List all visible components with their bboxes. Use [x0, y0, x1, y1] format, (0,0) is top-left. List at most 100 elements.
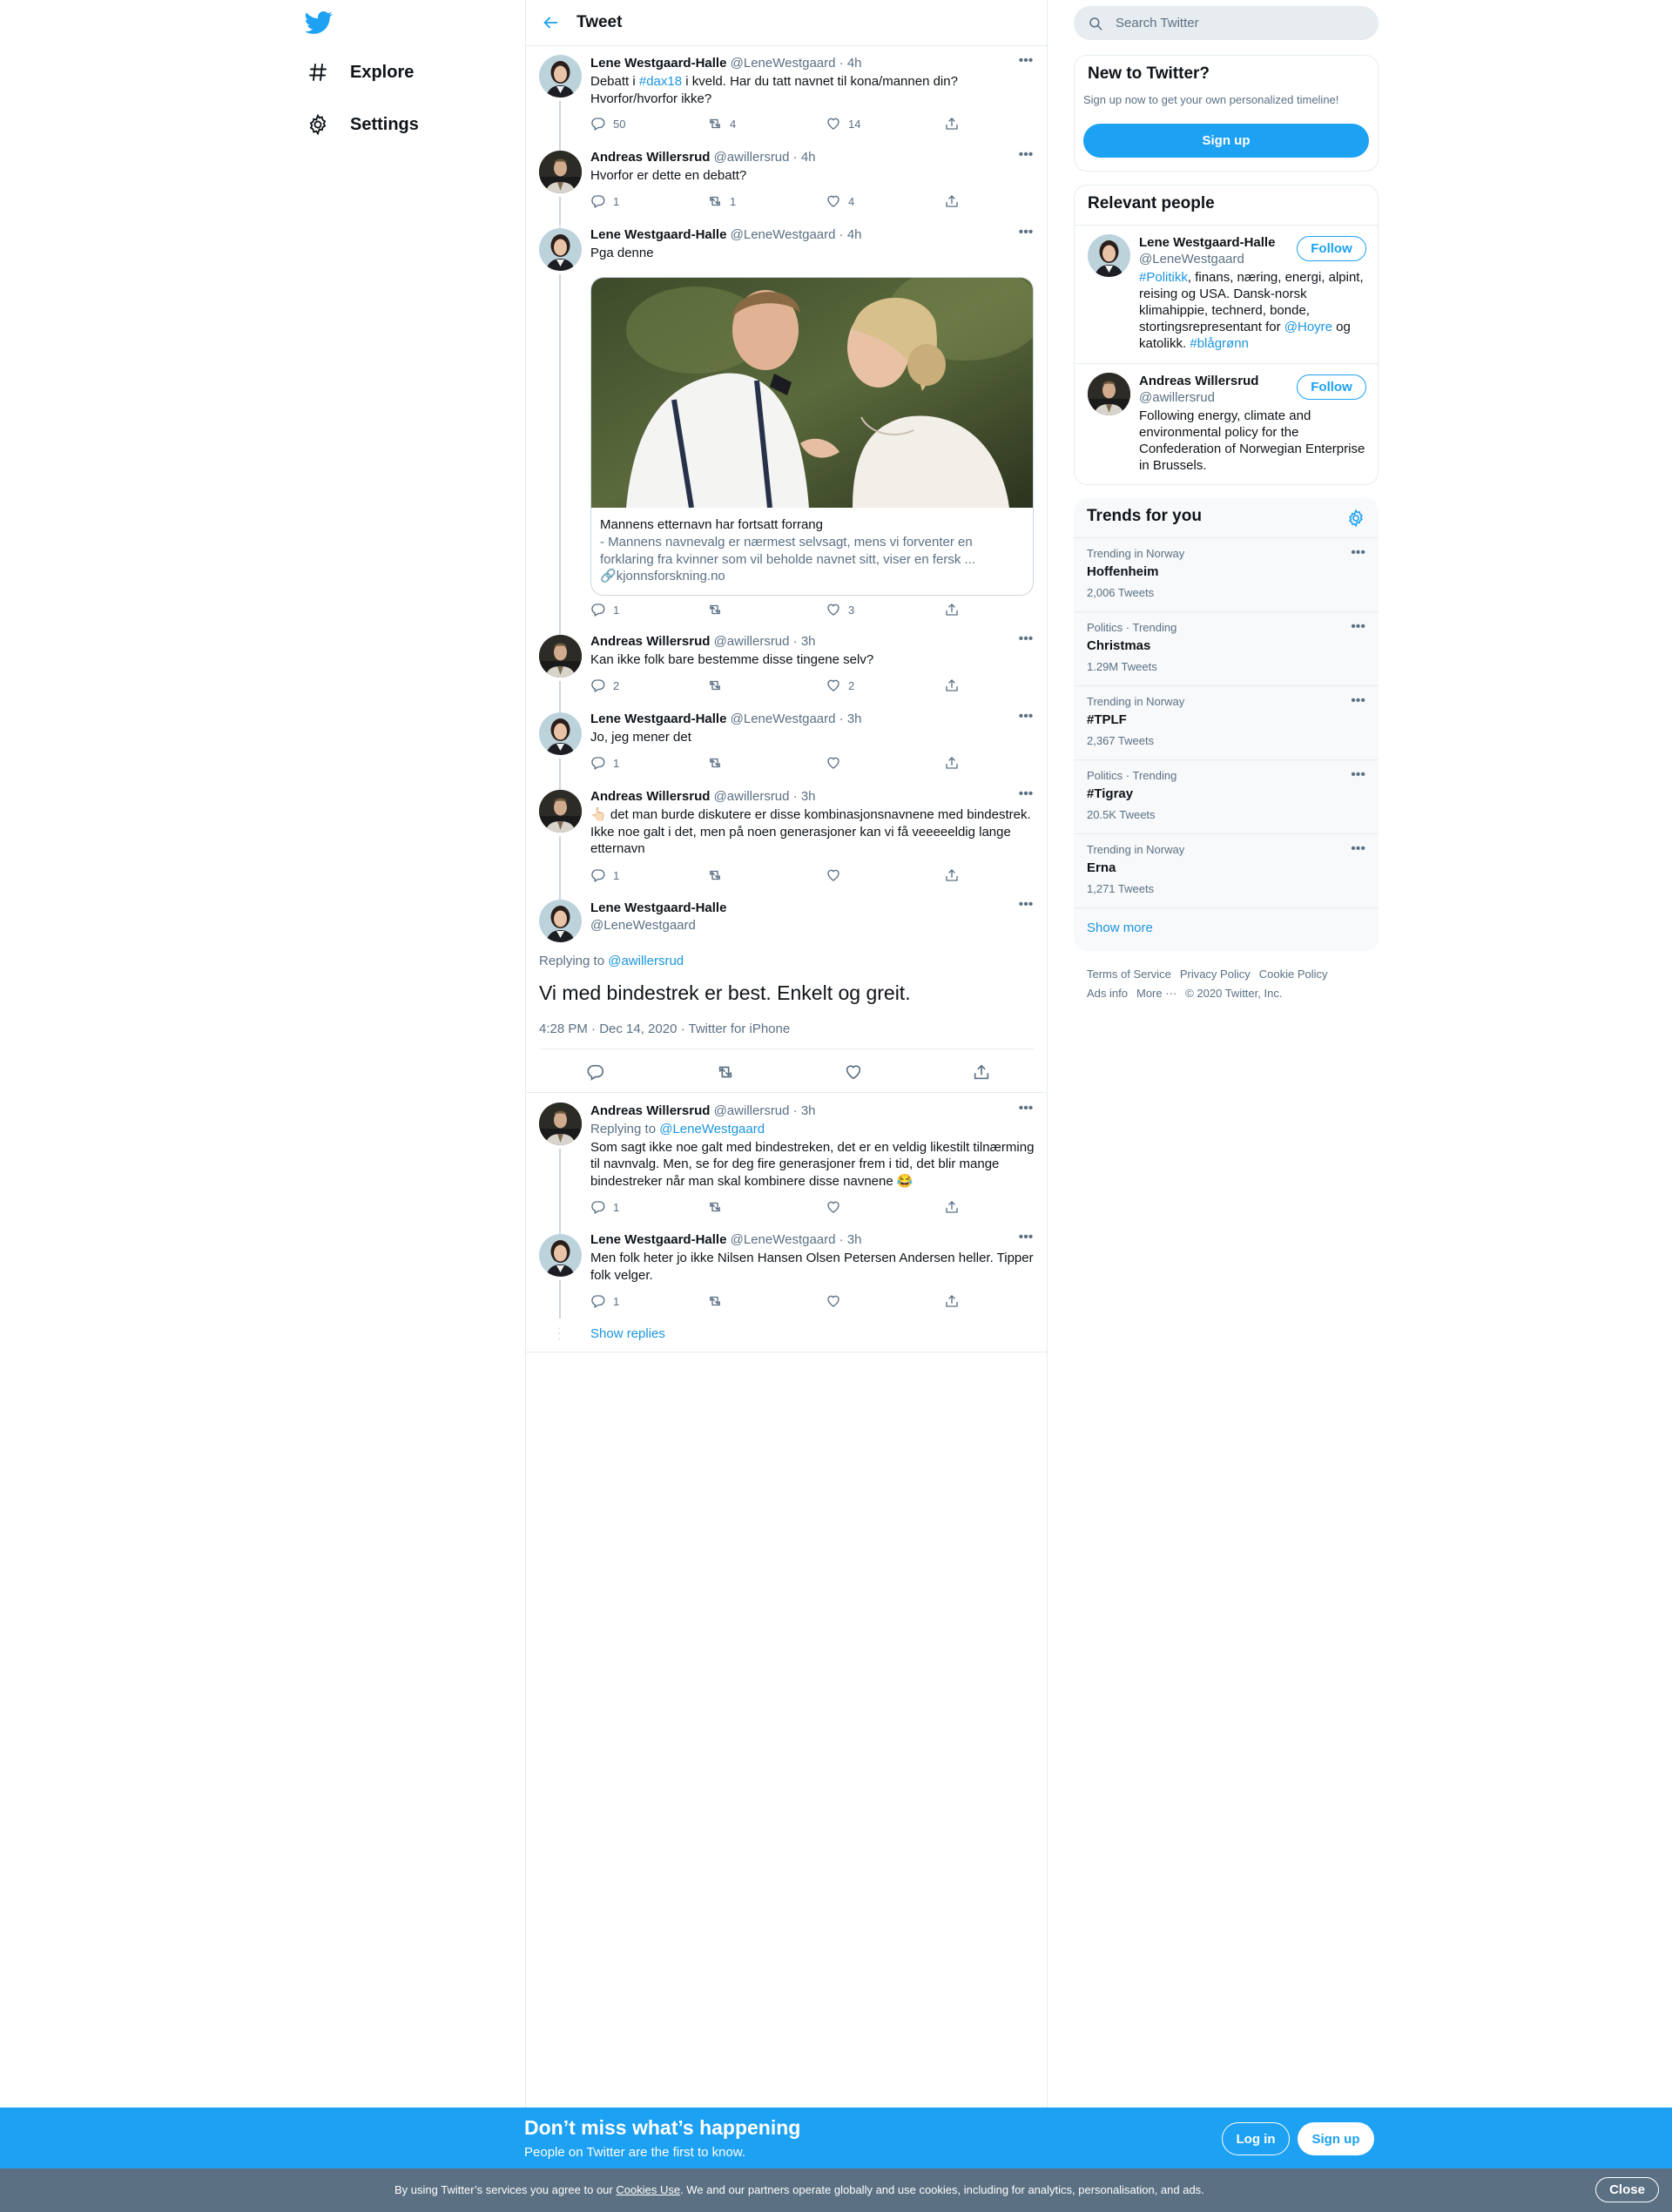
follow-button[interactable]: Follow — [1297, 374, 1366, 400]
hashtag-link[interactable]: #blågrønn — [1190, 336, 1249, 351]
person-item[interactable]: Andreas Willersrud @awillersrud Followin… — [1075, 363, 1378, 484]
retweet-button[interactable] — [707, 601, 723, 618]
close-button[interactable]: Close — [1595, 2177, 1659, 2202]
author-name[interactable]: Lene Westgaard-Halle — [590, 1232, 726, 1247]
author-handle[interactable]: @LeneWestgaard — [590, 917, 1035, 934]
share-button[interactable] — [944, 754, 960, 772]
more-options-icon[interactable]: ••• — [1351, 545, 1365, 561]
trend-item[interactable]: Politics · Trending #Tigray 20.5K Tweets… — [1074, 759, 1379, 833]
timestamp[interactable]: 3h — [801, 634, 816, 649]
share-button[interactable] — [972, 1062, 993, 1083]
like-button[interactable] — [844, 1062, 865, 1083]
like-button[interactable]: 3 — [826, 601, 854, 618]
nav-settings[interactable]: Settings — [296, 103, 428, 146]
show-replies-link[interactable]: Show replies — [590, 1326, 665, 1341]
reply-button[interactable]: 1 — [590, 754, 619, 772]
avatar[interactable] — [539, 712, 582, 755]
more-options-icon[interactable]: ••• — [1351, 767, 1365, 783]
retweet-button[interactable] — [707, 1292, 723, 1310]
like-button[interactable] — [826, 867, 841, 884]
author-name[interactable]: Lene Westgaard-Halle — [590, 56, 726, 71]
author-name[interactable]: Andreas Willersrud — [590, 150, 710, 165]
share-button[interactable] — [944, 867, 960, 884]
privacy-link[interactable]: Privacy Policy — [1180, 968, 1251, 981]
more-options-icon[interactable]: ••• — [1351, 619, 1365, 635]
cookie-policy-link[interactable]: Cookie Policy — [1259, 968, 1328, 981]
nav-explore[interactable]: Explore — [296, 51, 422, 94]
author-name[interactable]: Andreas Willersrud — [590, 1103, 710, 1118]
avatar[interactable] — [539, 151, 582, 193]
author-name[interactable]: Lene Westgaard-Halle — [590, 900, 1035, 917]
hashtag-link[interactable]: #Politikk — [1139, 270, 1188, 285]
tweet[interactable]: ••• Andreas Willersrud @awillersrud · 3h… — [526, 787, 1048, 891]
tweet[interactable]: ••• Lene Westgaard-Halle @LeneWestgaard … — [526, 710, 1048, 788]
twitter-logo-icon[interactable] — [305, 9, 336, 40]
person-item[interactable]: Lene Westgaard-Halle @LeneWestgaard #Pol… — [1075, 225, 1378, 363]
reply-button[interactable]: 1 — [590, 601, 619, 618]
sign-up-button[interactable]: Sign up — [1298, 2122, 1374, 2155]
avatar[interactable] — [1088, 373, 1130, 415]
retweet-button[interactable] — [707, 1198, 723, 1216]
avatar[interactable] — [539, 900, 582, 942]
timestamp[interactable]: 4h — [847, 227, 862, 242]
timestamp[interactable]: 3h — [847, 1232, 862, 1247]
tweet[interactable]: ••• Andreas Willersrud @awillersrud · 3h… — [526, 625, 1048, 711]
search-box[interactable] — [1074, 6, 1379, 40]
author-name[interactable]: Lene Westgaard-Halle — [590, 711, 726, 726]
like-button[interactable]: 14 — [826, 115, 860, 132]
like-button[interactable]: 4 — [826, 192, 854, 210]
trend-item[interactable]: Politics · Trending Christmas 1.29M Twee… — [1074, 611, 1379, 685]
tweet[interactable]: ••• Andreas Willersrud @awillersrud · 4h… — [526, 148, 1048, 226]
timestamp[interactable]: 3h — [847, 711, 862, 726]
like-button[interactable]: 2 — [826, 677, 854, 694]
timestamp[interactable]: 4h — [801, 150, 816, 165]
trend-item[interactable]: Trending in Norway Erna 1,271 Tweets ••• — [1074, 833, 1379, 907]
show-more-link[interactable]: Show more — [1087, 921, 1153, 935]
retweet-button[interactable]: 4 — [707, 115, 736, 132]
retweet-button[interactable] — [707, 677, 723, 694]
timestamp[interactable]: 3h — [801, 789, 816, 804]
share-button[interactable] — [944, 115, 960, 132]
more-options-icon[interactable]: ••• — [1351, 693, 1365, 709]
author-name[interactable]: Andreas Willersrud — [590, 789, 710, 804]
author-name[interactable]: Andreas Willersrud — [590, 634, 710, 649]
avatar[interactable] — [539, 1234, 582, 1277]
reply-button[interactable]: 1 — [590, 1292, 619, 1310]
reply-button[interactable]: 1 — [590, 192, 619, 210]
search-input[interactable] — [1116, 16, 1359, 30]
terms-link[interactable]: Terms of Service — [1087, 968, 1171, 981]
tweet[interactable]: ••• Andreas Willersrud @awillersrud · 3h… — [526, 1102, 1048, 1233]
trend-item[interactable]: Trending in Norway #TPLF 2,367 Tweets ••… — [1074, 685, 1379, 759]
log-in-button[interactable]: Log in — [1222, 2122, 1290, 2155]
avatar[interactable] — [1088, 234, 1130, 277]
share-button[interactable] — [944, 677, 960, 694]
like-button[interactable] — [826, 754, 841, 772]
mention-link[interactable]: @LeneWestgaard — [659, 1122, 765, 1136]
follow-button[interactable]: Follow — [1297, 236, 1366, 261]
avatar[interactable] — [539, 790, 582, 833]
more-link[interactable]: More ··· — [1136, 987, 1176, 1000]
like-button[interactable] — [826, 1198, 841, 1216]
sign-up-button[interactable]: Sign up — [1083, 124, 1369, 158]
avatar[interactable] — [539, 55, 582, 98]
retweet-button[interactable]: 1 — [707, 192, 736, 210]
timestamp[interactable]: 4h — [847, 56, 862, 71]
reply-button[interactable]: 50 — [590, 115, 625, 132]
retweet-button[interactable] — [707, 867, 723, 884]
mention-link[interactable]: @awillersrud — [608, 954, 684, 968]
hashtag-link[interactable]: #dax18 — [639, 74, 682, 89]
retweet-button[interactable] — [716, 1062, 737, 1083]
reply-button[interactable]: 1 — [590, 1198, 619, 1216]
share-button[interactable] — [944, 601, 960, 618]
avatar[interactable] — [539, 228, 582, 271]
share-button[interactable] — [944, 1198, 960, 1216]
ads-info-link[interactable]: Ads info — [1087, 987, 1128, 1000]
share-button[interactable] — [944, 192, 960, 210]
avatar[interactable] — [539, 635, 582, 678]
back-arrow-icon[interactable] — [526, 0, 575, 46]
retweet-button[interactable] — [707, 754, 723, 772]
timestamp[interactable]: 3h — [801, 1103, 816, 1118]
cookies-use-link[interactable]: Cookies Use — [616, 2183, 680, 2196]
reply-button[interactable]: 1 — [590, 867, 619, 884]
reply-button[interactable]: 2 — [590, 677, 619, 694]
